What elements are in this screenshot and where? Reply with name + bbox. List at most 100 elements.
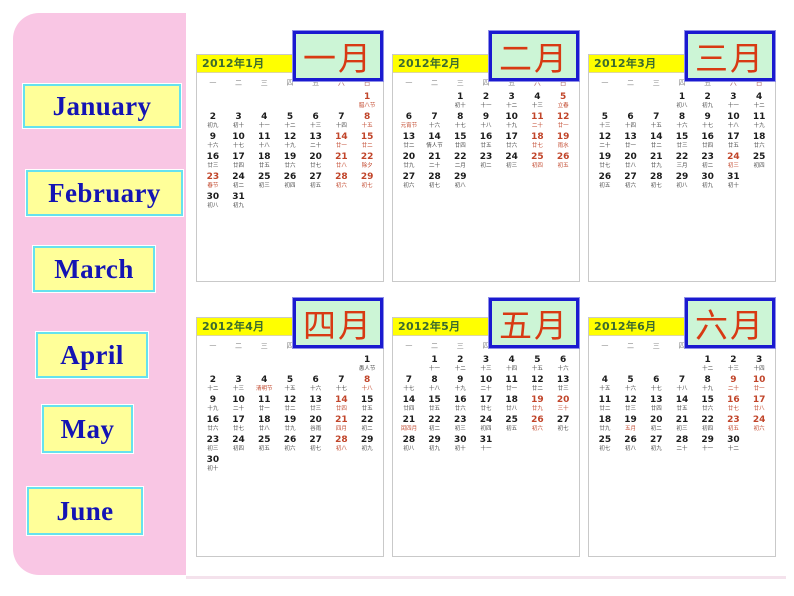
calendar-day-cell[interactable]: 14 廿五 [669,395,695,415]
calendar-day-cell[interactable]: 10 二十 [473,375,499,395]
calendar-day-cell[interactable]: 31 初十 [721,172,747,192]
calendar-day-cell[interactable]: 13 廿三 [550,375,576,395]
calendar-day-cell[interactable]: 16 廿六 [200,415,226,435]
calendar-day-cell[interactable]: 7 十七 [396,375,422,395]
calendar-day-cell[interactable]: 22 初二 [422,415,448,435]
calendar-day-cell[interactable]: 11 廿二 [592,395,618,415]
calendar-day-cell[interactable]: 9 十九 [200,395,226,415]
calendar-day-cell[interactable]: 24 初三 [499,152,525,172]
calendar-day-cell[interactable]: 21 闰四月 [396,415,422,435]
calendar-day-cell[interactable]: 19 雨水 [550,132,576,152]
calendar-day-cell[interactable]: 18 廿八 [251,415,277,435]
calendar-day-cell[interactable]: 20 三十 [550,395,576,415]
calendar-day-cell[interactable]: 21 初三 [669,415,695,435]
calendar-day-cell[interactable]: 13 廿一 [618,132,644,152]
calendar-day-cell[interactable]: 18 廿八 [499,395,525,415]
calendar-day-cell[interactable]: 12 廿一 [550,112,576,132]
calendar-day-cell[interactable]: 4 十五 [592,375,618,395]
calendar-day-cell[interactable]: 31 十一 [473,435,499,455]
calendar-day-cell[interactable]: 30 初九 [695,172,721,192]
calendar-day-cell[interactable]: 1 初八 [669,92,695,112]
calendar-day-cell[interactable]: 22 二月 [447,152,473,172]
calendar-day-cell[interactable]: 30 初十 [447,435,473,455]
calendar-day-cell[interactable]: 8 十七 [447,112,473,132]
calendar-day-cell[interactable]: 7 十四 [329,112,355,132]
calendar-day-cell[interactable]: 1 初十 [447,92,473,112]
calendar-day-cell[interactable]: 25 初四 [746,152,772,172]
calendar-day-cell[interactable]: 28 初七 [422,172,448,192]
calendar-day-cell[interactable]: 2 十一 [473,92,499,112]
calendar-day-cell[interactable]: 5 十六 [618,375,644,395]
calendar-day-cell[interactable]: 22 初二 [354,415,380,435]
calendar-day-cell[interactable]: 5 十三 [592,112,618,132]
calendar-day-cell[interactable]: 22 三月 [669,152,695,172]
calendar-day-cell[interactable]: 23 初二 [473,152,499,172]
calendar-day-cell[interactable]: 15 廿五 [354,395,380,415]
calendar-day-cell[interactable]: 17 廿七 [473,395,499,415]
calendar-day-cell[interactable]: 23 初二 [695,152,721,172]
calendar-day-cell[interactable]: 14 廿四 [329,395,355,415]
calendar-day-cell[interactable]: 17 廿八 [746,395,772,415]
calendar-day-cell[interactable]: 7 十八 [669,375,695,395]
calendar-day-cell[interactable]: 7 十七 [329,375,355,395]
calendar-day-cell[interactable]: 10 二十 [226,395,252,415]
calendar-day-cell[interactable]: 6 元宵节 [396,112,422,132]
calendar-day-cell[interactable]: 23 初五 [721,415,747,435]
calendar-day-cell[interactable]: 18 廿九 [592,415,618,435]
calendar-day-cell[interactable]: 27 初六 [396,172,422,192]
calendar-day-cell[interactable]: 20 廿九 [396,152,422,172]
calendar-day-cell[interactable]: 28 初八 [396,435,422,455]
calendar-day-cell[interactable]: 10 十八 [721,112,747,132]
calendar-day-cell[interactable]: 19 廿九 [525,395,551,415]
calendar-day-cell[interactable]: 2 十二 [200,375,226,395]
calendar-day-cell[interactable]: 23 初三 [200,435,226,455]
calendar-day-cell[interactable]: 5 十五 [525,355,551,375]
calendar-day-cell[interactable]: 30 十二 [721,435,747,455]
calendar-day-cell[interactable]: 18 廿七 [525,132,551,152]
calendar-day-cell[interactable]: 14 廿四 [396,395,422,415]
calendar-day-cell[interactable]: 8 十六 [669,112,695,132]
calendar-day-cell[interactable]: 21 四月 [329,415,355,435]
calendar-day-cell[interactable]: 11 廿一 [499,375,525,395]
calendar-day-cell[interactable]: 14 廿二 [643,132,669,152]
calendar-day-cell[interactable]: 27 初七 [303,435,329,455]
calendar-day-cell[interactable]: 6 十四 [618,112,644,132]
calendar-day-cell[interactable]: 17 廿六 [499,132,525,152]
calendar-day-cell[interactable]: 4 十二 [746,92,772,112]
calendar-day-cell[interactable]: 13 廿二 [396,132,422,152]
calendar-day-cell[interactable]: 12 廿三 [618,395,644,415]
calendar-day-cell[interactable]: 4 清明节 [251,375,277,395]
calendar-day-cell[interactable]: 20 初二 [643,415,669,435]
calendar-day-cell[interactable]: 28 初七 [643,172,669,192]
calendar-day-cell[interactable]: 30 初十 [200,455,226,475]
calendar-day-cell[interactable]: 1 愚人节 [354,355,380,375]
calendar-day-cell[interactable]: 11 二十 [525,112,551,132]
calendar-day-cell[interactable]: 17 廿四 [226,152,252,172]
calendar-day-cell[interactable]: 14 情人节 [422,132,448,152]
calendar-day-cell[interactable]: 19 五月 [618,415,644,435]
calendar-day-cell[interactable]: 12 廿二 [525,375,551,395]
calendar-day-cell[interactable]: 9 二十 [721,375,747,395]
calendar-day-cell[interactable]: 1 十二 [695,355,721,375]
calendar-day-cell[interactable]: 9 十七 [695,112,721,132]
calendar-day-cell[interactable]: 15 廿二 [354,132,380,152]
calendar-day-cell[interactable]: 13 廿三 [303,395,329,415]
calendar-day-cell[interactable]: 29 初七 [354,172,380,192]
calendar-day-cell[interactable]: 8 十八 [422,375,448,395]
calendar-day-cell[interactable]: 27 初七 [550,415,576,435]
calendar-day-cell[interactable]: 12 十九 [277,132,303,152]
calendar-day-cell[interactable]: 23 初三 [447,415,473,435]
calendar-day-cell[interactable]: 5 立春 [550,92,576,112]
calendar-day-cell[interactable]: 13 廿四 [643,395,669,415]
calendar-day-cell[interactable]: 24 初二 [226,172,252,192]
calendar-panel-february[interactable]: 2012年2月 一二三四五六日 1 初十 2 十一 3 十二 4 十三 5 立春 6 元宵节 7 十六 8 十… [392,54,580,282]
calendar-day-cell[interactable]: 13 二十 [303,132,329,152]
calendar-day-cell[interactable]: 29 初八 [669,172,695,192]
calendar-day-cell[interactable]: 27 初五 [303,172,329,192]
calendar-day-cell[interactable]: 4 十四 [499,355,525,375]
calendar-day-cell[interactable]: 2 初九 [200,112,226,132]
calendar-day-cell[interactable]: 4 十一 [251,112,277,132]
calendar-day-cell[interactable]: 26 初四 [277,172,303,192]
calendar-day-cell[interactable]: 7 十六 [422,112,448,132]
calendar-day-cell[interactable]: 17 廿七 [226,415,252,435]
